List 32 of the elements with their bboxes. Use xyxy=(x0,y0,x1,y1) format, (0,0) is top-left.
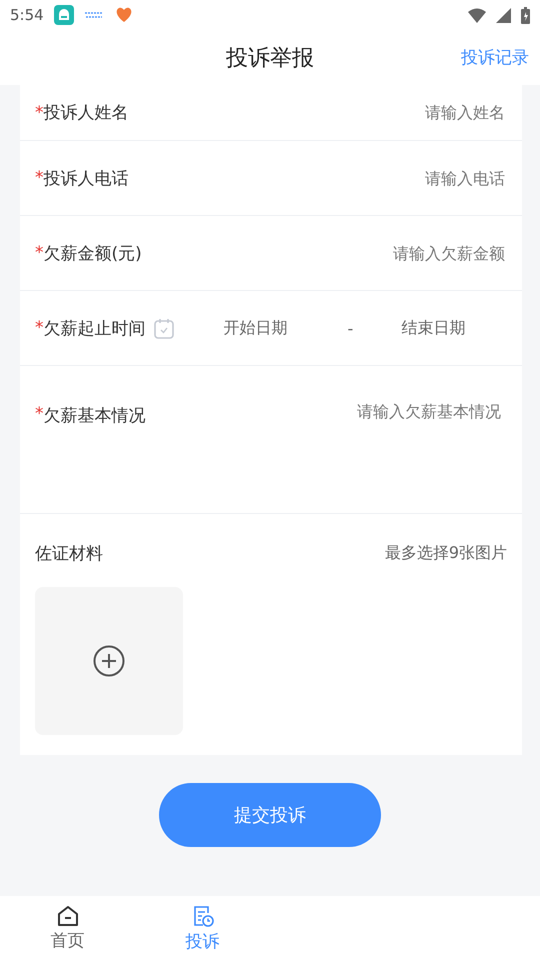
required-mark: * xyxy=(35,102,44,122)
field-label: 投诉人电话 xyxy=(44,168,128,190)
calendar-icon xyxy=(154,318,174,338)
page-title: 投诉举报 xyxy=(226,44,314,72)
upload-hint: 最多选择9张图片 xyxy=(384,543,507,564)
battery-icon xyxy=(521,6,530,24)
submit-button[interactable]: 提交投诉 xyxy=(159,783,381,847)
end-date-field[interactable]: 结束日期 xyxy=(401,318,466,338)
field-label: 欠薪基本情况 xyxy=(44,405,146,427)
required-mark: * xyxy=(35,404,44,424)
nav-tab[interactable]: 投诉 xyxy=(135,896,270,960)
home-icon xyxy=(56,904,80,926)
status-time: 5:54 xyxy=(10,6,44,24)
input-field[interactable]: 请输入电话 xyxy=(128,168,507,188)
upload-label: 佐证材料 xyxy=(35,543,103,565)
required-mark: * xyxy=(35,318,44,338)
start-date-field[interactable]: 开始日期 xyxy=(224,318,288,338)
required-mark: * xyxy=(35,168,44,188)
field-label: 欠薪金额(元) xyxy=(44,242,142,264)
wifi-icon xyxy=(468,8,486,22)
app-notification-icon xyxy=(54,5,74,25)
complaint-records-link[interactable]: 投诉记录 xyxy=(461,46,529,69)
field-label: 欠薪起止时间 xyxy=(44,318,146,340)
add-image-button[interactable] xyxy=(35,587,183,735)
nav-tab[interactable]: 首页 xyxy=(0,896,135,960)
date-separator: - xyxy=(348,318,354,338)
plus-circle-icon xyxy=(93,645,125,677)
signal-icon xyxy=(496,8,511,22)
input-field[interactable]: 请输入欠薪金额 xyxy=(142,242,507,264)
required-mark: * xyxy=(35,243,44,263)
field-label: 投诉人姓名 xyxy=(44,102,128,124)
input-field[interactable]: 请输入姓名 xyxy=(128,102,507,123)
